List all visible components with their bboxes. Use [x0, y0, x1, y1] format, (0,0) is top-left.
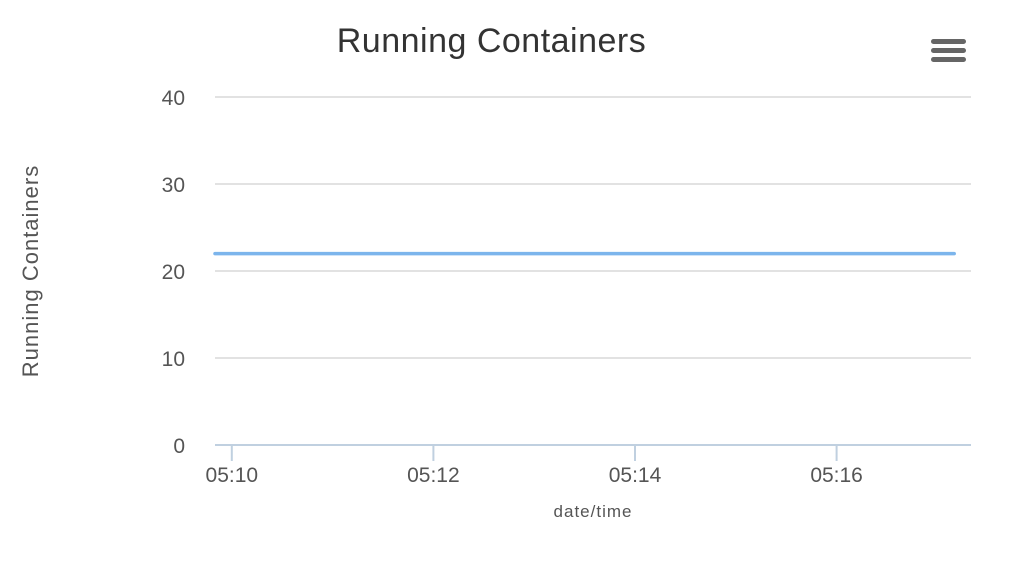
y-tick-label: 20 [162, 261, 185, 284]
y-tick-label: 0 [173, 435, 185, 458]
x-axis: 05:10 05:12 05:14 05:16 [206, 444, 971, 487]
x-tick-label: 05:12 [407, 464, 460, 487]
chart-plot: 0 10 20 30 40 05:10 05:12 05:14 05:16 date/time… [18, 87, 971, 521]
x-axis-title: date/time [554, 502, 633, 521]
x-tick-label: 05:16 [810, 464, 863, 487]
gridlines [215, 96, 971, 359]
y-tick-label: 30 [162, 174, 185, 197]
y-axis-ticks: 0 10 20 30 40 [162, 87, 185, 458]
y-tick-label: 10 [162, 348, 185, 371]
x-tick-label: 05:10 [206, 464, 259, 487]
x-tick-label: 05:14 [609, 464, 662, 487]
y-tick-label: 40 [162, 87, 185, 110]
y-axis-title: Running Containers [18, 165, 43, 377]
